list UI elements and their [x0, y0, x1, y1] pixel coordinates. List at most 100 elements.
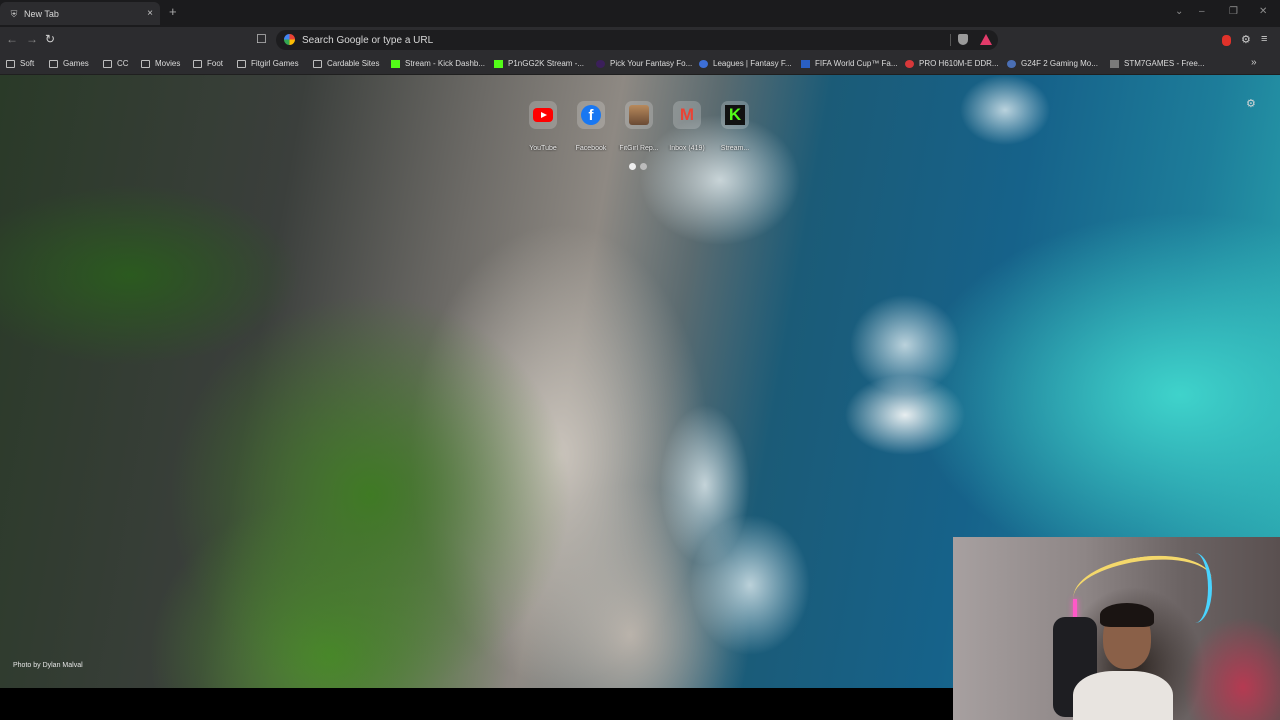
- shortcut-label: Inbox (419): [669, 145, 705, 152]
- brave-rewards-icon[interactable]: [980, 34, 992, 45]
- bookmark-label: PRO H610M-E DDR...: [919, 59, 999, 68]
- fitgirl-icon: [629, 105, 649, 125]
- shortcut-label: Facebook: [575, 145, 607, 152]
- fpl-icon: [699, 59, 708, 68]
- folder-icon: [313, 59, 322, 68]
- bookmark-label: Foot: [207, 59, 224, 68]
- pager-dot[interactable]: [640, 163, 647, 170]
- bookmark-fifa-world-cup[interactable]: FIFA World Cup™ Fa...: [801, 57, 898, 70]
- shortcut-label: Stream...: [720, 145, 750, 152]
- kick-icon: [494, 59, 503, 68]
- omnibox-divider: [950, 34, 951, 46]
- bookmark-label: Soft: [20, 59, 35, 68]
- bookmark-label: Fitgirl Games: [251, 59, 299, 68]
- shortcut-label: YouTube: [529, 145, 557, 152]
- facebook-icon: f: [581, 105, 601, 125]
- omnibox[interactable]: [276, 30, 998, 50]
- youtube-icon: [533, 108, 553, 122]
- bookmark-pro-h610m[interactable]: PRO H610M-E DDR...: [905, 57, 999, 70]
- recording-extension-icon[interactable]: [1222, 35, 1231, 46]
- kick-icon: [391, 59, 400, 68]
- bookmark-folder-soft[interactable]: Soft: [6, 57, 34, 70]
- window-close-icon[interactable]: ✕: [1259, 6, 1267, 17]
- folder-icon: [193, 59, 202, 68]
- menu-icon[interactable]: ≡: [1261, 33, 1267, 45]
- folder-icon: [237, 59, 246, 68]
- bookmark-leagues-fantasy[interactable]: Leagues | Fantasy F...: [699, 57, 792, 70]
- bookmark-label: Stream - Kick Dashb...: [405, 59, 486, 68]
- pager-dot-active[interactable]: [629, 163, 636, 170]
- fantasy-icon: [596, 59, 605, 68]
- shortcut-tile: [529, 101, 557, 129]
- bookmark-label: Pick Your Fantasy Fo...: [610, 59, 693, 68]
- new-tab-button[interactable]: +: [169, 5, 177, 19]
- forward-icon[interactable]: →: [26, 32, 38, 46]
- bookmark-folder-cardable-sites[interactable]: Cardable Sites: [313, 57, 379, 70]
- folder-icon: [103, 59, 112, 68]
- gmail-icon: M: [679, 105, 695, 124]
- bookmarks-bar: Soft Games CC Movies Foot Fitgirl Games …: [0, 53, 1280, 75]
- stm7games-icon: [1110, 59, 1119, 68]
- bookmark-folder-fitgirl-games[interactable]: Fitgirl Games: [237, 57, 299, 70]
- reload-icon[interactable]: ↻: [45, 32, 55, 46]
- tab-new-tab[interactable]: ⛨ New Tab ×: [0, 2, 160, 25]
- bottom-letterbox: [0, 688, 953, 720]
- shortcut-fitgirl[interactable]: FitGirl Rep...: [616, 101, 662, 152]
- shortcut-gmail[interactable]: M Inbox (419): [664, 101, 710, 152]
- folder-icon: [141, 59, 150, 68]
- folder-icon: [49, 59, 58, 68]
- bookmark-g24f-monitor[interactable]: G24F 2 Gaming Mo...: [1007, 57, 1098, 70]
- customize-gear-icon[interactable]: ⚙: [1246, 97, 1256, 110]
- tab-close-icon[interactable]: ×: [147, 8, 153, 19]
- fifa-icon: [801, 59, 810, 68]
- shortcut-facebook[interactable]: f Facebook: [568, 101, 614, 152]
- shortcuts-pager: [627, 163, 651, 170]
- extensions-icon[interactable]: ⚙: [1241, 33, 1251, 46]
- streamer-hair: [1100, 603, 1154, 627]
- restore-icon[interactable]: ❐: [1229, 6, 1238, 17]
- tab-strip: ⛨ New Tab × + ⌄ – ❐ ✕: [0, 0, 1280, 27]
- bookmark-folder-movies[interactable]: Movies: [141, 57, 180, 70]
- toolbar: ← → ↻ ☐ ⚙ ≡: [0, 27, 1280, 53]
- google-icon: [284, 34, 295, 45]
- search-input[interactable]: [302, 30, 902, 50]
- google-bookmark-icon: [1007, 59, 1016, 68]
- shortcut-tile: [625, 101, 653, 129]
- bookmark-label: CC: [117, 59, 129, 68]
- minimize-icon[interactable]: –: [1199, 6, 1205, 17]
- bookmark-folder-cc[interactable]: CC: [103, 57, 129, 70]
- neon-sign: [1178, 553, 1212, 623]
- shortcut-youtube[interactable]: YouTube: [520, 101, 566, 152]
- bookmarks-overflow-icon[interactable]: »: [1251, 57, 1257, 68]
- bookmark-stm7games[interactable]: STM7GAMES - Free...: [1110, 57, 1204, 70]
- webcam-overlay: [953, 537, 1280, 720]
- bookmark-kick-stream[interactable]: P1nGG2K Stream -...: [494, 57, 584, 70]
- bookmark-label: G24F 2 Gaming Mo...: [1021, 59, 1098, 68]
- msi-icon: [905, 59, 914, 68]
- tab-search-chevron-icon[interactable]: ⌄: [1175, 6, 1183, 17]
- bookmark-label: Games: [63, 59, 89, 68]
- bookmark-label: FIFA World Cup™ Fa...: [815, 59, 898, 68]
- bookmark-kick-dashboard[interactable]: Stream - Kick Dashb...: [391, 57, 485, 70]
- bookmark-label: Leagues | Fantasy F...: [713, 59, 792, 68]
- bookmark-label: P1nGG2K Stream -...: [508, 59, 585, 68]
- brave-shields-icon[interactable]: [958, 34, 968, 45]
- top-sites: YouTube f Facebook FitGirl Rep... M Inbo…: [520, 101, 760, 157]
- brave-favicon-icon: ⛨: [10, 8, 18, 19]
- bookmark-fantasy-football[interactable]: Pick Your Fantasy Fo...: [596, 57, 692, 70]
- bookmark-label: STM7GAMES - Free...: [1124, 59, 1205, 68]
- shortcut-tile: f: [577, 101, 605, 129]
- photo-credit: Photo by Dylan Malval: [13, 662, 83, 669]
- streamer-body: [1073, 671, 1173, 720]
- kick-icon: K: [725, 105, 745, 125]
- bookmark-page-icon[interactable]: ☐: [256, 32, 267, 46]
- bookmark-folder-games[interactable]: Games: [49, 57, 89, 70]
- bookmark-label: Movies: [155, 59, 181, 68]
- bookmark-folder-foot[interactable]: Foot: [193, 57, 223, 70]
- folder-icon: [6, 59, 15, 68]
- shortcut-tile: M: [673, 101, 701, 129]
- back-icon[interactable]: ←: [6, 32, 18, 46]
- tab-title: New Tab: [24, 8, 59, 19]
- bookmark-label: Cardable Sites: [327, 59, 380, 68]
- shortcut-kick[interactable]: K Stream...: [712, 101, 758, 152]
